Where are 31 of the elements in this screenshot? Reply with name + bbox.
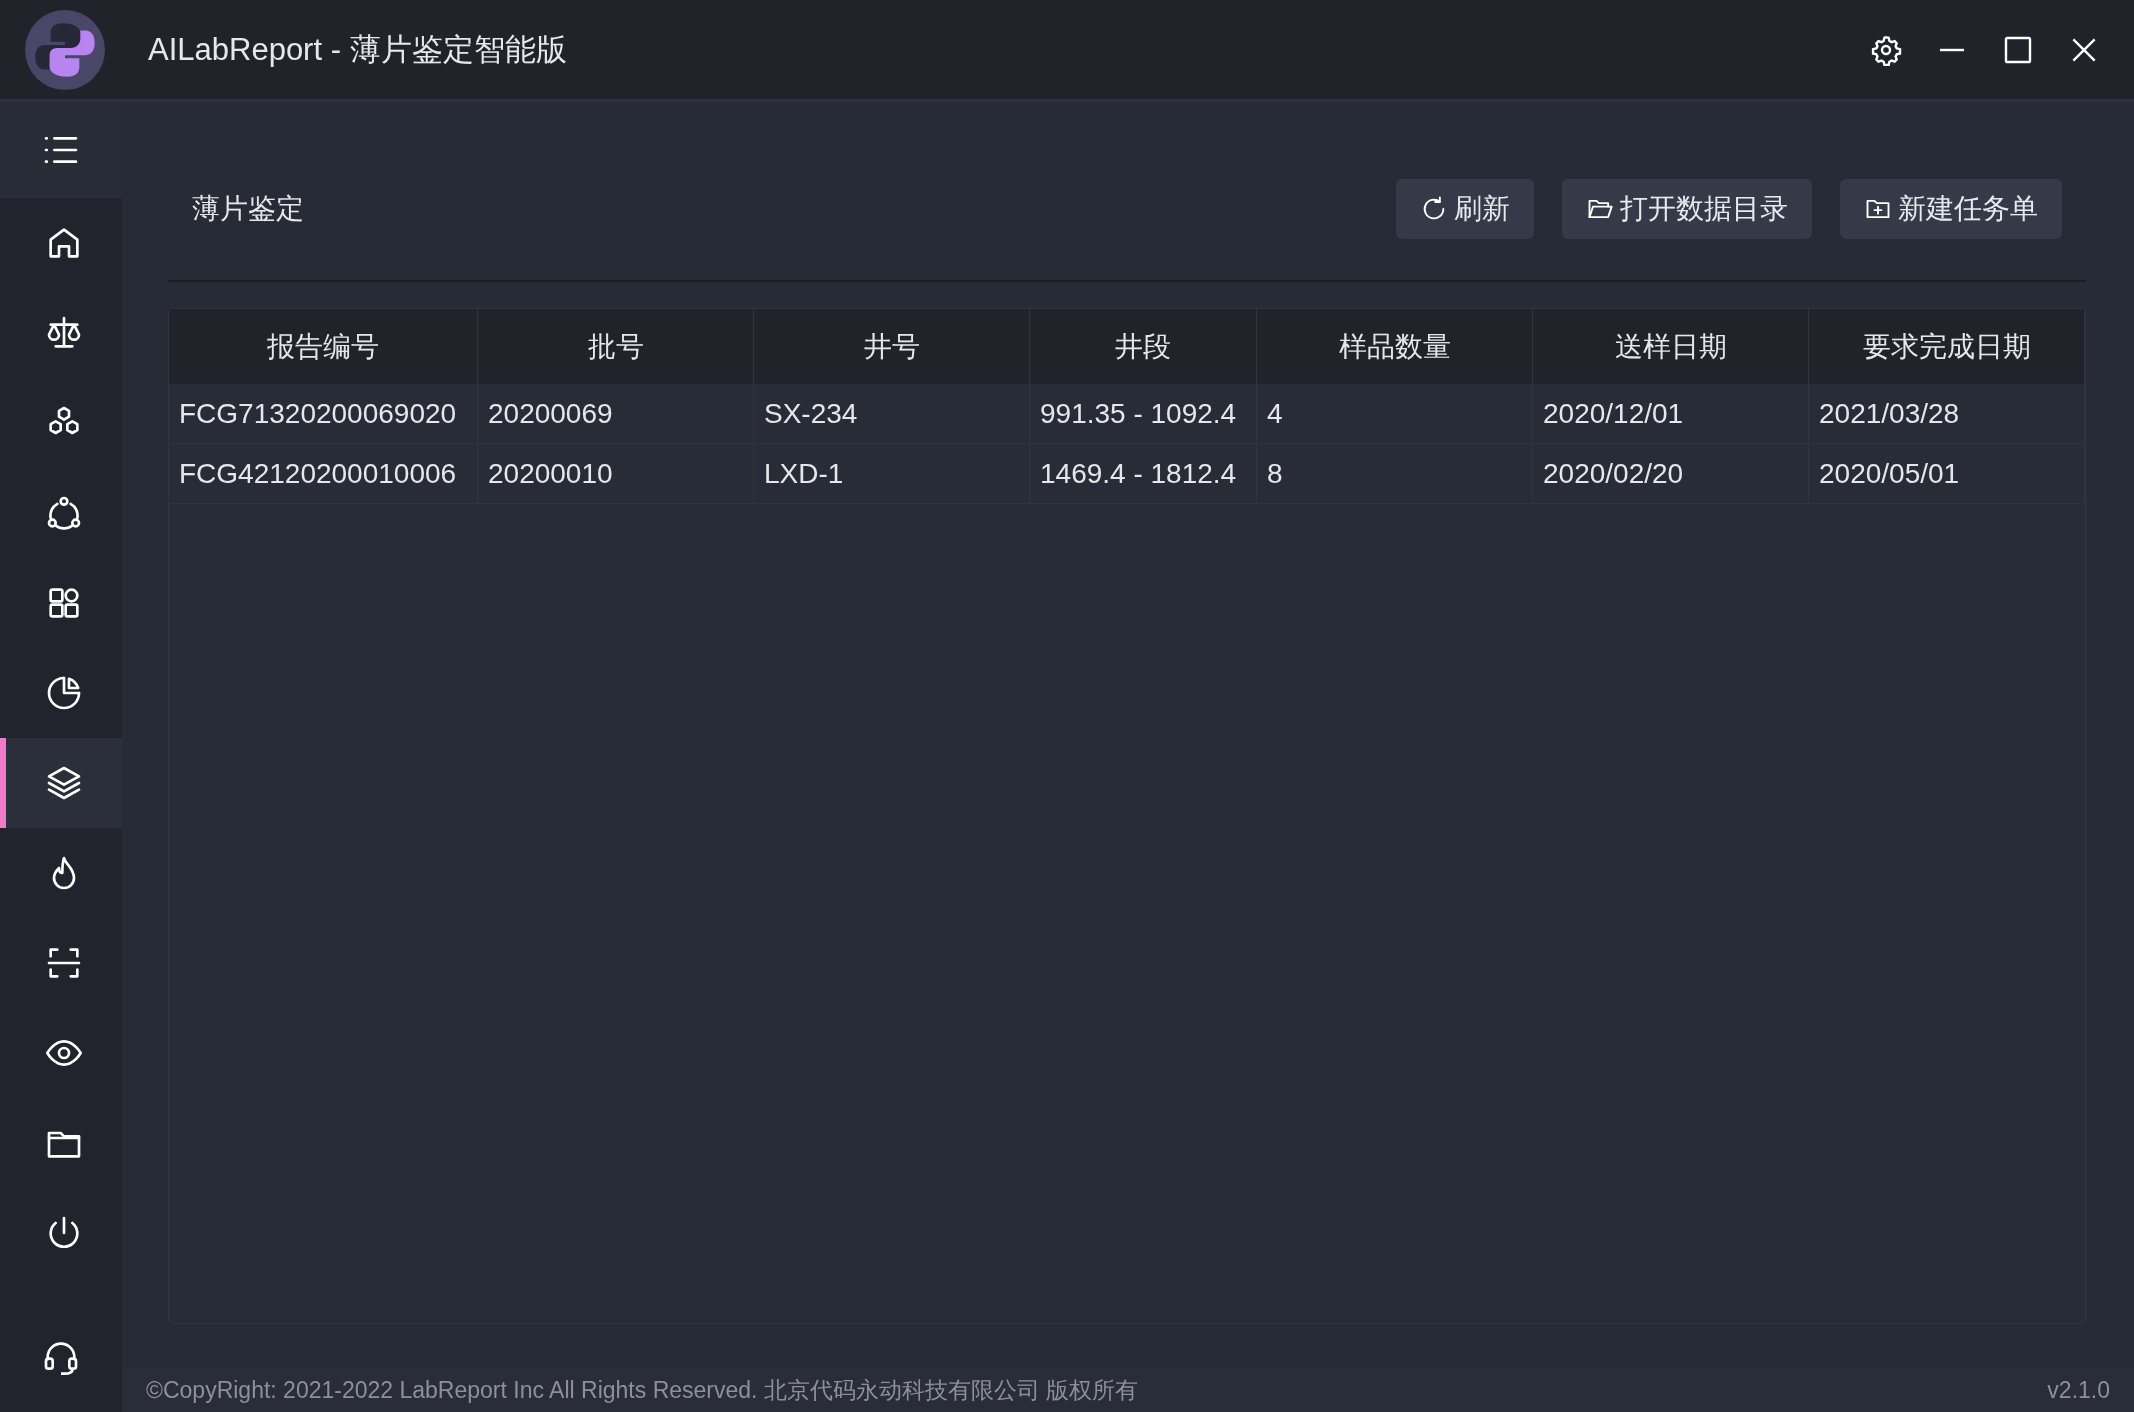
column-header[interactable]: 批号: [477, 309, 754, 384]
table-cell: 2021/03/28: [1808, 384, 2085, 444]
column-header[interactable]: 井号: [753, 309, 1030, 384]
column-header[interactable]: 送样日期: [1532, 309, 1809, 384]
table-cell: 1469.4 - 1812.4: [1029, 443, 1257, 504]
settings-icon[interactable]: [1870, 33, 1902, 66]
version-text: v2.1.0: [2047, 1376, 2110, 1404]
table-cell: 20200010: [477, 443, 754, 504]
toolbar-button[interactable]: 新建任务单: [1840, 179, 2062, 239]
toolbar-button[interactable]: 打开数据目录: [1562, 179, 1812, 239]
table-cell: 20200069: [477, 384, 754, 444]
toolbar-button[interactable]: 刷新: [1396, 179, 1534, 239]
column-header[interactable]: 样品数量: [1256, 309, 1533, 384]
column-header[interactable]: 要求完成日期: [1808, 309, 2085, 384]
logo-icon: [24, 8, 106, 91]
table-cell: FCG42120200010006: [169, 443, 478, 504]
table-cell: 4: [1256, 384, 1533, 444]
table-cell: FCG71320200069020: [169, 384, 478, 444]
table-cell: LXD-1: [753, 443, 1030, 504]
table-cell: 2020/02/20: [1532, 443, 1809, 504]
table-cell: 991.35 - 1092.4: [1029, 384, 1257, 444]
table-cell: 8: [1256, 443, 1533, 504]
sidebar-item[interactable]: [0, 738, 122, 828]
table-cell: 2020/12/01: [1532, 384, 1809, 444]
table-cell: SX-234: [753, 384, 1030, 444]
column-header[interactable]: 井段: [1029, 309, 1257, 384]
table-cell: 2020/05/01: [1808, 443, 2085, 504]
page-title: 薄片鉴定: [192, 192, 304, 226]
column-header[interactable]: 报告编号: [169, 309, 478, 384]
copyright-text: ©CopyRight: 2021-2022 LabReport Inc All Rights Reserved. 北京代码永动科技有限公司 版权所有: [146, 1375, 1139, 1405]
window-title: AILabReport - 薄片鉴定智能版: [148, 30, 567, 69]
